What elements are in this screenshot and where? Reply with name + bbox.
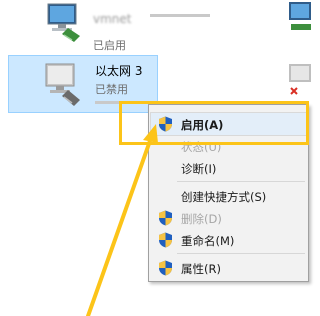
annotation-arrow <box>86 124 158 316</box>
